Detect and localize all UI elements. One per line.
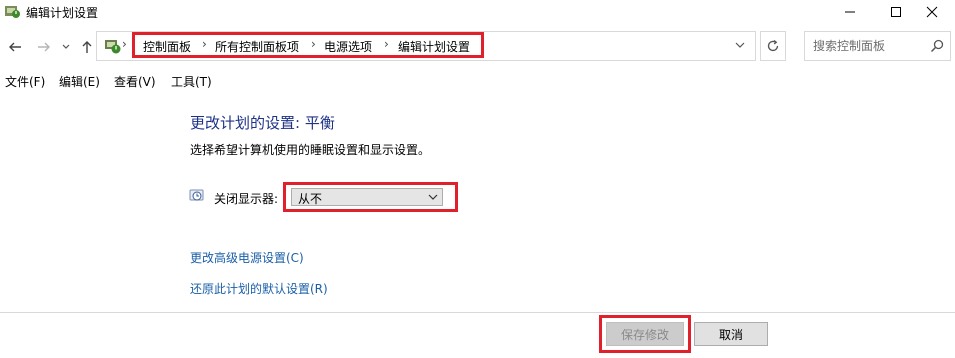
recent-locations-button[interactable] (59, 37, 73, 57)
address-dropdown-button[interactable] (730, 34, 750, 56)
display-off-select-highlight: 从不 (283, 182, 458, 212)
display-off-icon (189, 189, 204, 201)
up-arrow-icon (82, 41, 92, 53)
chevron-down-icon (62, 44, 70, 49)
back-button[interactable] (6, 37, 24, 57)
breadcrumb-all-items[interactable]: 所有控制面板项 (215, 38, 299, 55)
menu-tools[interactable]: 工具(T) (171, 73, 212, 90)
refresh-icon (767, 39, 779, 52)
advanced-power-settings-link[interactable]: 更改高级电源设置(C) (190, 249, 304, 266)
menu-edit[interactable]: 编辑(E) (59, 73, 100, 90)
chevron-down-icon (735, 42, 745, 48)
maximize-icon (891, 7, 901, 17)
page-description: 选择希望计算机使用的睡眠设置和显示设置。 (190, 143, 431, 157)
breadcrumb-edit-plan[interactable]: 编辑计划设置 (398, 38, 470, 55)
title-bar: 编辑计划设置 (0, 0, 955, 24)
search-input[interactable] (805, 32, 923, 60)
close-icon (926, 6, 938, 18)
cancel-button[interactable]: 取消 (694, 322, 768, 346)
breadcrumb-power-options[interactable]: 电源选项 (324, 38, 372, 55)
breadcrumb-separator: › (202, 37, 207, 51)
footer-divider (0, 312, 955, 313)
display-off-label: 关闭显示器: (214, 192, 279, 206)
menu-file[interactable]: 文件(F) (5, 73, 45, 90)
menu-view[interactable]: 查看(V) (114, 73, 156, 90)
refresh-button[interactable] (760, 31, 786, 61)
display-off-select[interactable]: 从不 (291, 188, 443, 206)
save-changes-button[interactable]: 保存修改 (606, 322, 684, 346)
power-options-icon (5, 6, 20, 18)
search-icon[interactable] (930, 39, 944, 53)
window-title: 编辑计划设置 (26, 6, 99, 20)
control-panel-icon (105, 40, 121, 54)
minimize-icon (845, 11, 855, 13)
close-button[interactable] (909, 0, 955, 24)
save-button-highlight: 保存修改 (599, 315, 691, 353)
minimize-button[interactable] (827, 0, 873, 24)
forward-arrow-icon (38, 42, 50, 52)
up-button[interactable] (78, 37, 96, 57)
breadcrumb-separator: › (311, 37, 316, 51)
chevron-down-icon (428, 194, 438, 200)
search-box[interactable] (804, 31, 951, 61)
breadcrumb-control-panel[interactable]: 控制面板 (143, 38, 191, 55)
breadcrumb-separator: › (122, 37, 127, 51)
restore-defaults-link[interactable]: 还原此计划的默认设置(R) (190, 280, 328, 297)
back-arrow-icon (9, 42, 21, 52)
breadcrumb-separator: › (384, 37, 389, 51)
display-off-selected-value: 从不 (298, 192, 323, 206)
page-title: 更改计划的设置: 平衡 (190, 114, 335, 132)
forward-button[interactable] (35, 37, 53, 57)
